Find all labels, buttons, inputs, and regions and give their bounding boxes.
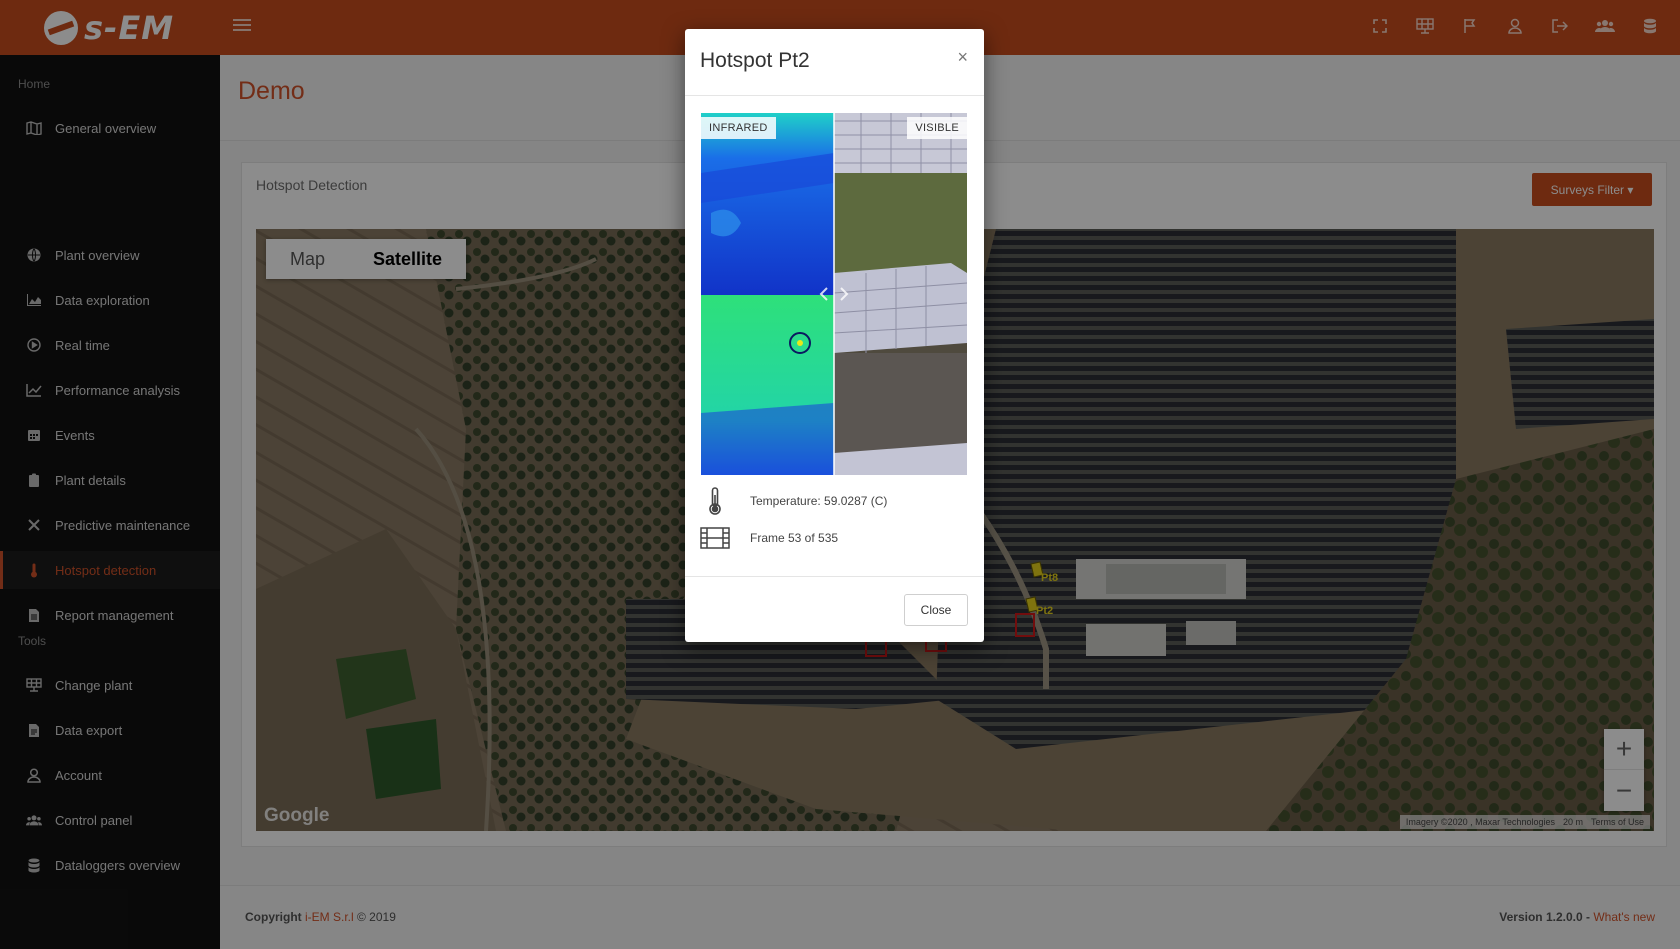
close-button[interactable]: Close <box>904 594 968 626</box>
frame-value: Frame 53 of 535 <box>750 531 839 545</box>
close-icon[interactable]: × <box>957 47 968 68</box>
temperature-value: Temperature: 59.0287 (C) <box>750 494 888 508</box>
infrared-label: INFRARED <box>701 117 776 139</box>
image-compare-slider[interactable]: INFRARED VISIBLE <box>701 113 967 475</box>
temperature-row: Temperature: 59.0287 (C) <box>700 486 887 516</box>
modal-footer: Close <box>685 576 984 642</box>
compare-handle-icon[interactable] <box>817 285 851 303</box>
frame-row: Frame 53 of 535 <box>700 523 838 553</box>
modal-header: Hotspot Pt2 × <box>685 29 984 96</box>
modal-title: Hotspot Pt2 <box>700 49 810 72</box>
visible-label: VISIBLE <box>907 117 967 139</box>
hotspot-modal: Hotspot Pt2 × INFRARED VISIBLE Temperatu… <box>685 29 984 642</box>
thermometer-icon <box>700 486 730 516</box>
film-icon <box>700 523 730 553</box>
